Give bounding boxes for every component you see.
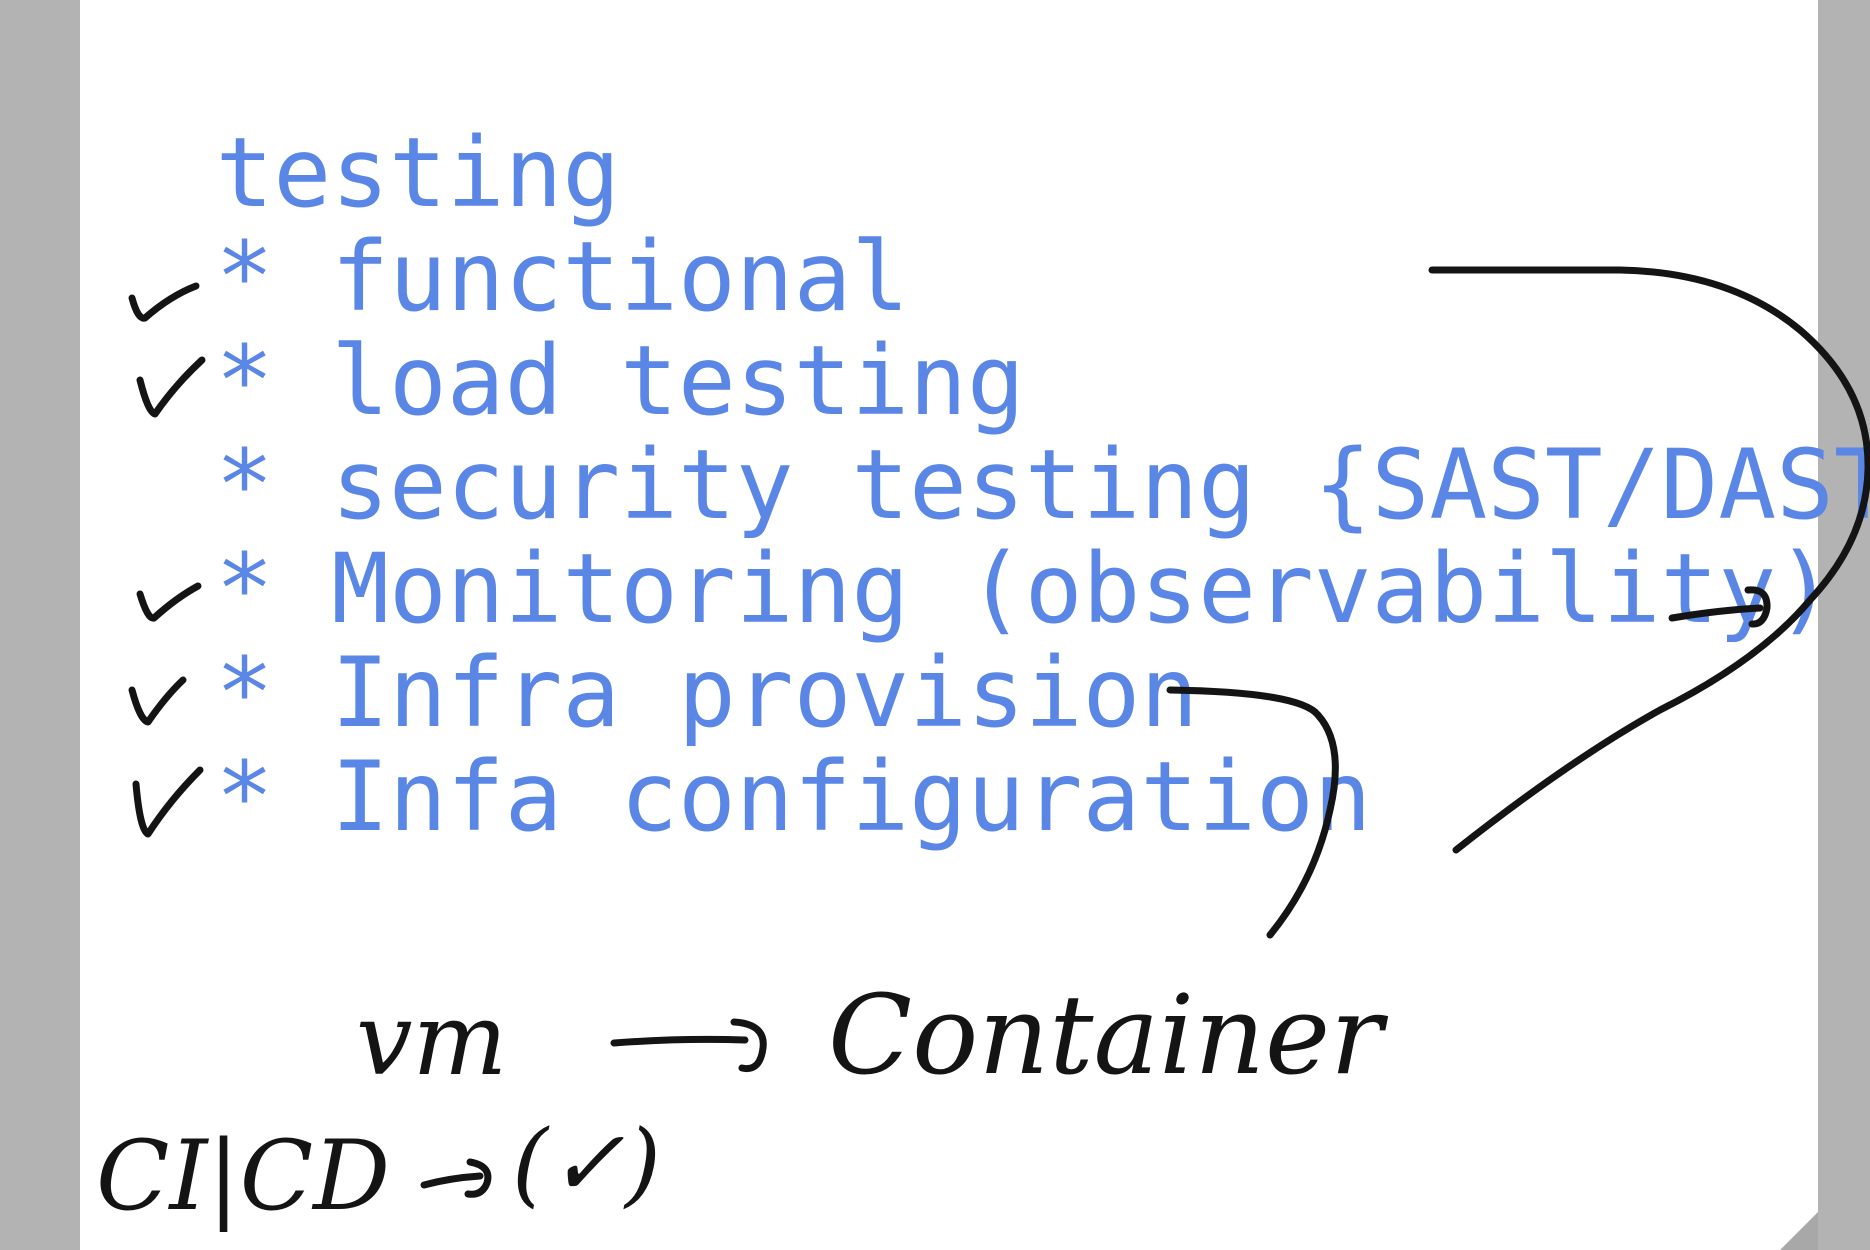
handwritten-cicd: CI|CD	[96, 1120, 391, 1232]
typed-line-security-testing: * security testing {SAST/DAST}	[100, 429, 1870, 541]
typed-line-infa-configuration: * Infa configuration	[100, 741, 1372, 853]
typed-line-load-testing: * load testing	[100, 325, 1025, 437]
handwritten-cicd-check: (✓)	[512, 1110, 661, 1217]
handwritten-container: Container	[828, 971, 1383, 1099]
typed-line-monitoring: * Monitoring (observability)	[100, 533, 1834, 645]
canvas-stage: testing * functional * load testing * se…	[0, 0, 1870, 1250]
typed-line-heading: testing	[100, 117, 621, 229]
typed-line-infra-provision: * Infra provision	[100, 637, 1199, 749]
typed-line-functional: * functional	[100, 221, 910, 333]
page-corner-fold[interactable]	[1780, 1212, 1818, 1250]
handwritten-vm: vm	[356, 981, 508, 1098]
